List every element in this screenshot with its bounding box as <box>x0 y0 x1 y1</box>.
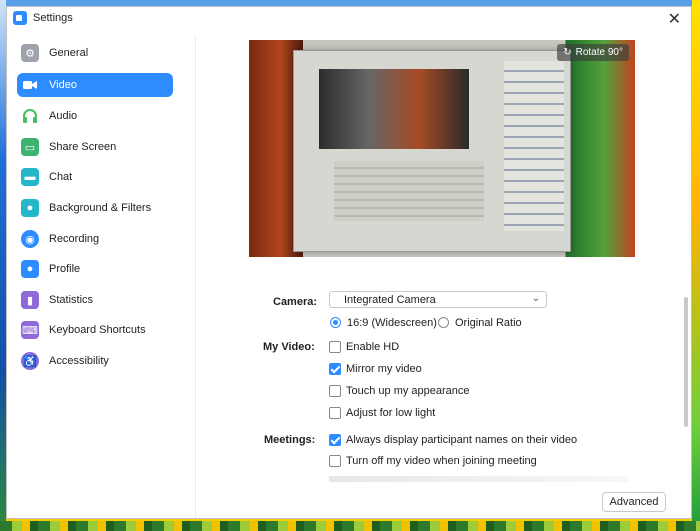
keyboard-icon: ⌨ <box>21 321 39 339</box>
touch-up-label: Touch up my appearance <box>346 385 470 397</box>
rotate-button[interactable]: ↻ Rotate 90° <box>557 44 629 61</box>
sidebar-item-background-filters[interactable]: ● Background & Filters <box>17 196 173 220</box>
advanced-button[interactable]: Advanced <box>602 492 666 512</box>
sidebar-item-label: Accessibility <box>49 355 109 367</box>
rotate-icon: ↻ <box>563 47 572 58</box>
sidebar-item-label: Chat <box>49 171 73 183</box>
sidebar-item-label: Video <box>49 79 77 91</box>
enable-hd-label: Enable HD <box>346 341 400 353</box>
person-background-icon: ● <box>21 199 39 217</box>
sidebar-item-label: Share Screen <box>49 141 117 153</box>
accessibility-icon: ♿ <box>21 352 39 370</box>
sidebar-item-general[interactable]: ⚙ General <box>17 41 173 65</box>
rotate-label: Rotate 90° <box>575 47 623 58</box>
record-icon: ◉ <box>21 230 39 248</box>
camera-preview: ↻ Rotate 90° <box>249 40 635 257</box>
sidebar-item-chat[interactable]: ▬ Chat <box>17 165 173 189</box>
scrollbar[interactable] <box>684 297 688 427</box>
widescreen-radio[interactable] <box>330 317 341 328</box>
sidebar-item-statistics[interactable]: ▮ Statistics <box>17 288 173 312</box>
turn-off-video-label: Turn off my video when joining meeting <box>346 455 537 467</box>
desktop-wallpaper-bottom <box>0 521 700 531</box>
sidebar-item-accessibility[interactable]: ♿ Accessibility <box>17 349 173 373</box>
chevron-down-icon: ⌄ <box>531 293 540 304</box>
zoom-logo-icon <box>13 11 27 25</box>
clipped-option-row <box>329 476 629 482</box>
turn-off-video-checkbox[interactable] <box>329 455 341 467</box>
sidebar-item-label: Audio <box>49 110 78 122</box>
sidebar-item-recording[interactable]: ◉ Recording <box>17 227 173 251</box>
title-bar: Settings ✕ <box>7 7 691 29</box>
sidebar-item-label: Background & Filters <box>49 202 152 214</box>
meetings-label: Meetings: <box>264 434 316 446</box>
gear-icon: ⚙ <box>21 44 39 62</box>
display-names-label: Always display participant names on thei… <box>346 434 578 446</box>
touch-up-checkbox[interactable] <box>329 385 341 397</box>
low-light-checkbox[interactable] <box>329 407 341 419</box>
chat-bubble-icon: ▬ <box>21 168 39 186</box>
sidebar-item-label: General <box>49 47 89 59</box>
share-screen-icon: ▭ <box>21 138 39 156</box>
window-title: Settings <box>33 12 73 24</box>
close-icon[interactable]: ✕ <box>668 9 681 29</box>
sidebar-item-share-screen[interactable]: ▭ Share Screen <box>17 135 173 159</box>
settings-sidebar: ⚙ General Video Audio ▭ Share Screen ▬ C… <box>7 35 196 518</box>
desktop-wallpaper-right <box>692 0 700 531</box>
sidebar-item-label: Recording <box>49 233 100 245</box>
headphones-icon <box>21 107 39 125</box>
mirror-video-label: Mirror my video <box>346 363 422 375</box>
video-camera-icon <box>21 76 39 94</box>
preview-frame <box>293 50 571 252</box>
original-ratio-radio[interactable] <box>438 317 449 328</box>
video-settings-panel: ↻ Rotate 90° Camera: Integrated Camera ⌄… <box>196 29 691 518</box>
sidebar-item-label: Keyboard Shortcuts <box>49 324 146 336</box>
my-video-label: My Video: <box>263 341 315 353</box>
original-ratio-label: Original Ratio <box>455 317 522 329</box>
mirror-video-checkbox[interactable] <box>329 363 341 375</box>
camera-selected-value: Integrated Camera <box>344 293 436 306</box>
widescreen-label: 16:9 (Widescreen) <box>347 317 437 329</box>
sidebar-item-label: Statistics <box>49 294 94 306</box>
sidebar-item-keyboard-shortcuts[interactable]: ⌨ Keyboard Shortcuts <box>17 318 173 342</box>
sidebar-item-profile[interactable]: ● Profile <box>17 257 173 281</box>
enable-hd-checkbox[interactable] <box>329 341 341 353</box>
camera-label: Camera: <box>273 296 318 308</box>
sidebar-item-audio[interactable]: Audio <box>17 104 173 128</box>
sidebar-item-label: Profile <box>49 263 81 275</box>
user-icon: ● <box>21 260 39 278</box>
display-names-checkbox[interactable] <box>329 434 341 446</box>
settings-window: Settings ✕ ⚙ General Video Audio ▭ Share… <box>6 6 692 519</box>
bar-chart-icon: ▮ <box>21 291 39 309</box>
sidebar-item-video[interactable]: Video <box>17 73 173 97</box>
low-light-label: Adjust for low light <box>346 407 436 419</box>
camera-select[interactable]: Integrated Camera ⌄ <box>329 291 547 308</box>
